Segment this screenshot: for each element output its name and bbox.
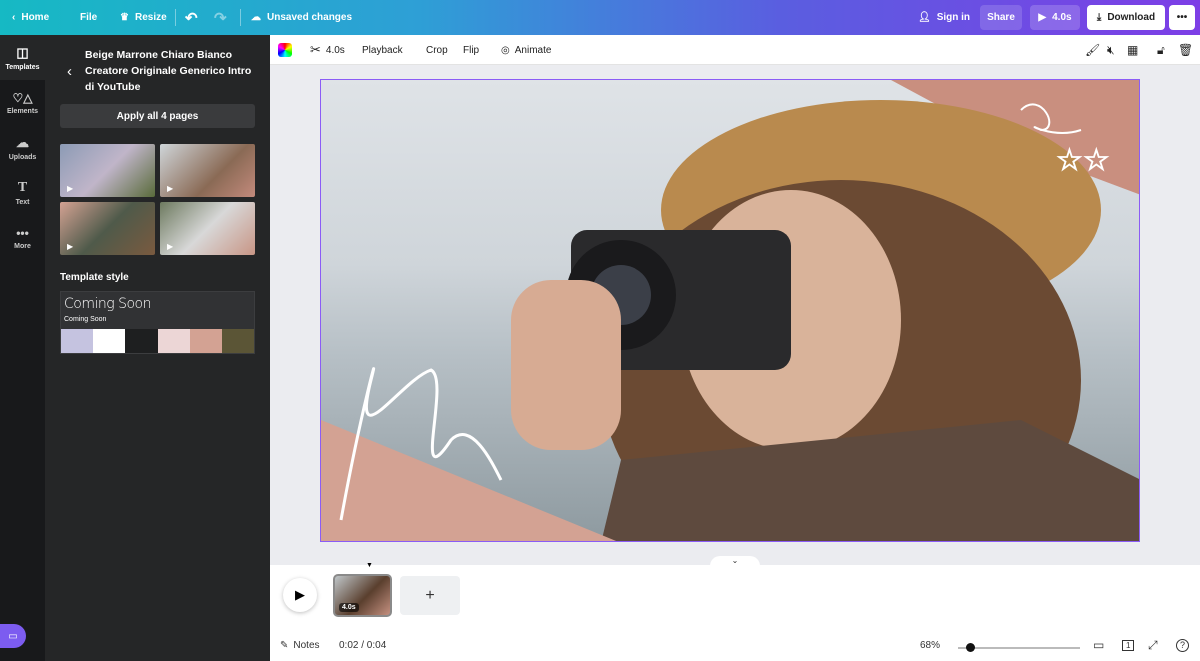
play-icon: ▶ [167,242,174,251]
cloud-off-icon: ☁ [251,12,261,23]
mute-button[interactable]: 🔇︎ [1107,35,1115,65]
flip-button[interactable]: Flip [463,35,479,65]
play-icon: ▶ [67,184,74,193]
redo-button[interactable]: ↷ [214,0,227,35]
delete-button[interactable]: 🗑︎ [1178,35,1193,65]
crown-icon: ♛ [120,12,129,23]
lock-button[interactable]: 🔓︎ [1157,35,1165,65]
sign-in-button[interactable]: 👤︎ Sign in [918,0,970,35]
template-style-card[interactable]: Coming Soon Coming Soon [60,291,255,354]
play-icon: ▶ [295,587,305,602]
copy-style-button[interactable]: 🖌︎ [1085,35,1100,65]
palette-swatch[interactable] [61,329,94,353]
playback-button[interactable]: Playback [362,35,403,65]
play-icon: ▶ [67,242,74,251]
grid-view-button[interactable]: ▭ [1093,630,1104,660]
palette-swatch[interactable] [221,329,255,353]
color-picker-button[interactable] [278,43,292,57]
page-count-button[interactable]: 1 [1122,630,1135,660]
apply-all-pages-button[interactable]: Apply all 4 pages [60,104,255,128]
timeline: ▶ ▼ 4.0s + [270,562,1200,630]
color-palette [61,329,255,353]
shapes-icon: ♡△ [12,90,33,105]
cloud-upload-icon: ☁ [16,134,29,150]
rail-elements[interactable]: ♡△ Elements [0,80,45,125]
paint-roller-icon: 🖌︎ [1085,43,1101,57]
divider [175,9,176,26]
page-thumbnail[interactable]: 4.0s [333,574,392,617]
zoom-slider-thumb[interactable] [966,643,976,652]
palette-swatch[interactable] [93,329,126,353]
record-video-button[interactable]: ▭ [0,624,26,648]
playback-time: 0:02 / 0:04 [339,639,387,651]
animate-icon: ◎ [501,44,510,56]
home-button[interactable]: ‹ Home [12,0,49,35]
template-page-thumbnail[interactable]: ▶ [60,202,155,255]
user-icon: 👤︎ [918,12,931,23]
download-button[interactable]: ⤓ Download [1087,5,1165,30]
transparency-button[interactable]: ▦ [1127,35,1138,65]
rail-more[interactable]: ••• More [0,215,45,260]
play-button[interactable]: ▶ 4.0s [1030,5,1080,30]
bottom-bar: ✎ Notes 0:02 / 0:04 68% ▭ 1 ⤢ ? [270,630,1200,661]
templates-icon: ◫ [16,44,29,60]
trim-button[interactable]: ✂ 4.0s [310,35,345,65]
timeline-play-button[interactable]: ▶ [283,578,317,612]
play-icon: ▶ [1038,12,1047,23]
animate-button[interactable]: ◎ Animate [501,35,551,65]
more-icon: ••• [16,225,29,240]
save-status: ☁ Unsaved changes [251,12,353,23]
lock-icon: 🔓︎ [1157,42,1165,57]
divider [240,9,241,26]
palette-swatch[interactable] [157,329,190,353]
trash-icon: 🗑︎ [1178,43,1194,57]
font-preview-title: Coming Soon [64,296,151,312]
text-icon: T [17,179,28,195]
rail-templates[interactable]: ◫ Templates [0,35,45,80]
help-button[interactable]: ? [1176,630,1189,660]
play-icon: ▶ [167,184,174,193]
notes-icon: ✎ [280,639,289,651]
fullscreen-button[interactable]: ⤢ [1148,630,1158,660]
design-canvas[interactable]: ☆☆ [320,79,1140,542]
video-photo: ☆☆ [321,80,1139,541]
template-page-thumbnail[interactable]: ▶ [160,144,255,197]
zoom-slider[interactable] [958,643,1080,652]
zoom-percent[interactable]: 68% [920,630,940,660]
mute-icon: 🔇︎ [1107,42,1115,57]
side-rail: ◫ Templates ♡△ Elements ☁ Uploads T Text •••… [0,35,45,661]
template-title: Beige Marrone Chiaro Bianco Creatore Ori… [85,49,252,93]
template-style-heading: Template style [60,272,129,283]
help-icon: ? [1176,638,1189,652]
crop-button[interactable]: Crop [426,35,448,65]
file-menu[interactable]: File [80,0,97,35]
template-page-thumbnail[interactable]: ▶ [60,144,155,197]
page-duration-badge: 4.0s [339,603,359,612]
palette-swatch[interactable] [189,329,222,353]
editor-toolbar: ✂ 4.0s Playback Crop Flip ◎ Animate 🖌︎ 🔇︎ … [270,35,1200,65]
palette-swatch[interactable] [125,329,158,353]
undo-button[interactable]: ↶ [185,0,198,35]
scissors-icon: ✂ [310,42,321,57]
template-page-thumbnail[interactable]: ▶ [160,202,255,255]
chevron-left-icon: ‹ [12,12,16,23]
templates-panel: ‹ Beige Marrone Chiaro Bianco Creatore O… [45,35,277,661]
add-page-button[interactable]: + [400,576,460,615]
top-bar: ‹ Home File ♛ Resize ↶ ↷ ☁ Unsaved changes … [0,0,1200,35]
resize-button[interactable]: ♛ Resize [120,0,167,35]
transparency-icon: ▦ [1127,43,1139,57]
playhead-marker[interactable]: ▼ [366,562,373,569]
download-icon: ⤓ [1096,12,1102,23]
more-options-button[interactable]: ••• [1169,5,1195,30]
expand-icon: ⤢ [1148,637,1158,652]
notes-button[interactable]: ✎ Notes [280,630,320,660]
svg-text:☆☆: ☆☆ [1056,144,1110,177]
rail-text[interactable]: T Text [0,170,45,215]
rail-uploads[interactable]: ☁ Uploads [0,125,45,170]
monitor-icon: ▭ [1093,638,1105,652]
back-button[interactable]: ‹ [67,63,72,80]
share-button[interactable]: Share [980,5,1022,30]
font-preview-body: Coming Soon [64,316,107,323]
